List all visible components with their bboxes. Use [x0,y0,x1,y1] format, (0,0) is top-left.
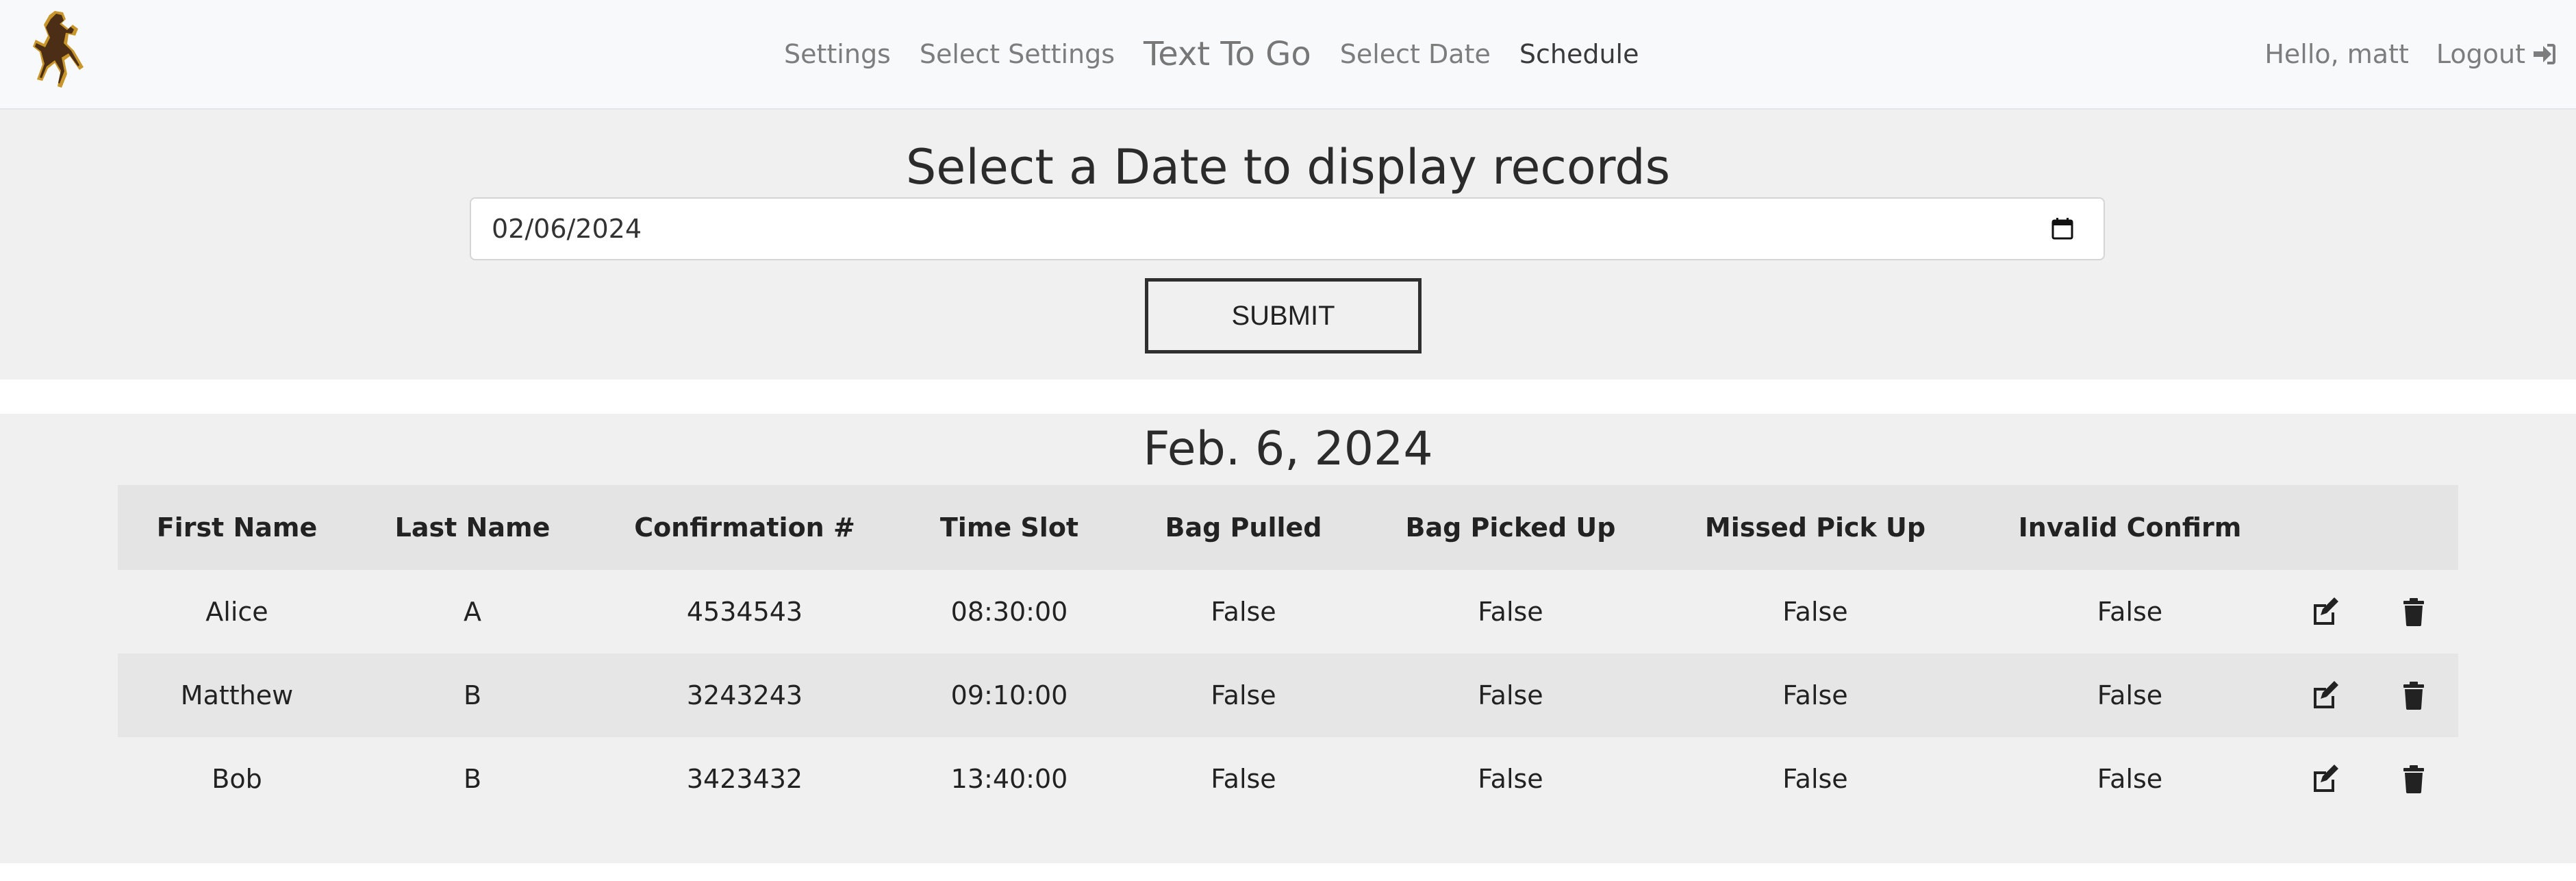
delete-button[interactable] [2369,763,2458,795]
results-section: Feb. 6, 2024 First Name Last Name Confir… [0,414,2576,863]
cell-last-name: B [463,680,482,710]
cell-invalid-confirm: False [2097,680,2163,710]
table-row: Alice A 4534543 08:30:00 False False Fal… [118,570,2458,654]
records-table: First Name Last Name Confirmation # Time… [118,485,2458,821]
cell-bag-pulled: False [1211,680,1276,710]
nav-link-text-to-go[interactable]: Text To Go [1144,35,1311,73]
user-nav: Hello, matt Logout [2237,0,2557,108]
cell-invalid-confirm: False [2097,597,2163,627]
column-header: Bag Picked Up [1405,512,1616,543]
cell-time-slot: 08:30:00 [950,597,1068,627]
nav-link-schedule[interactable]: Schedule [1519,39,1639,69]
edit-icon [2314,681,2338,708]
cell-time-slot: 13:40:00 [950,764,1068,794]
edit-button[interactable] [2282,763,2369,795]
nav-link-settings[interactable]: Settings [784,39,891,69]
column-header: Missed Pick Up [1704,512,1926,543]
edit-icon [2314,765,2338,792]
date-select-section: Select a Date to display records 02/06/2… [0,110,2576,380]
nav-link-select-date[interactable]: Select Date [1340,39,1491,69]
cell-first-name: Matthew [180,680,294,710]
edit-button[interactable] [2282,596,2369,628]
table-row: Bob B 3423432 13:40:00 False False False… [118,737,2458,821]
logout-label: Logout [2436,39,2525,69]
main-nav: Settings Select Settings Text To Go Sele… [784,0,1667,108]
cell-first-name: Bob [212,764,262,794]
cell-time-slot: 09:10:00 [950,680,1068,710]
cell-bag-picked-up: False [1478,680,1543,710]
cell-first-name: Alice [205,597,268,627]
cell-invalid-confirm: False [2097,764,2163,794]
cell-bag-pulled: False [1211,764,1276,794]
trash-icon [2403,682,2424,710]
column-header: Bag Pulled [1165,512,1322,543]
cell-missed-pick-up: False [1782,680,1848,710]
delete-button[interactable] [2369,680,2458,711]
column-header: Confirmation # [634,512,855,543]
trash-icon [2403,598,2424,626]
edit-button[interactable] [2282,680,2369,711]
logout-link[interactable]: Logout [2436,39,2557,69]
user-greeting[interactable]: Hello, matt [2264,39,2409,69]
results-date-heading: Feb. 6, 2024 [1143,422,1433,476]
submit-button[interactable]: SUBMIT [1145,278,1422,353]
page-title: Select a Date to display records [905,139,1671,195]
sign-in-icon [2534,44,2555,64]
column-header: Time Slot [939,512,1079,543]
cell-last-name: B [463,764,482,794]
date-input[interactable]: 02/06/2024 [470,197,2105,260]
cell-confirmation: 3243243 [686,680,803,710]
cell-bag-picked-up: False [1478,597,1543,627]
bucking-horse-logo[interactable] [27,8,86,96]
table-row: Matthew B 3243243 09:10:00 False False F… [118,654,2458,737]
delete-button[interactable] [2369,596,2458,628]
cell-confirmation: 4534543 [686,597,803,627]
navbar: Settings Select Settings Text To Go Sele… [0,0,2576,110]
cell-last-name: A [464,597,481,627]
trash-icon [2403,765,2424,793]
column-header: Invalid Confirm [2018,512,2242,543]
nav-link-select-settings[interactable]: Select Settings [920,39,1115,69]
column-header: Last Name [394,512,551,543]
edit-icon [2314,597,2338,625]
table-header: First Name Last Name Confirmation # Time… [118,485,2458,570]
calendar-icon[interactable] [2050,216,2075,241]
column-header: First Name [156,512,318,543]
cell-confirmation: 3423432 [686,764,803,794]
cell-missed-pick-up: False [1782,764,1848,794]
cell-bag-pulled: False [1211,597,1276,627]
cell-bag-picked-up: False [1478,764,1543,794]
date-input-value: 02/06/2024 [492,214,642,244]
cell-missed-pick-up: False [1782,597,1848,627]
